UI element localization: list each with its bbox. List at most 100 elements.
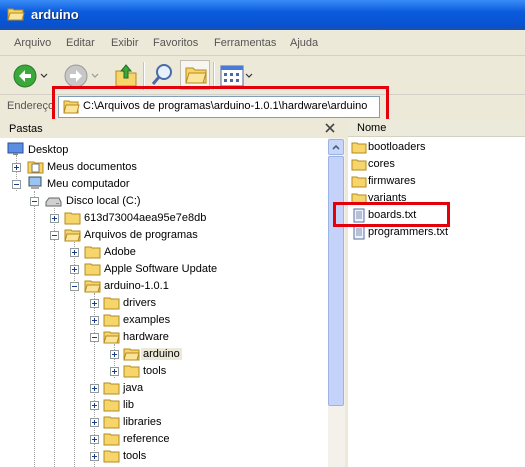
tree-node-libraries[interactable]: libraries bbox=[0, 414, 320, 431]
drive-icon bbox=[45, 197, 62, 207]
tree-node-label: Desktop bbox=[28, 144, 69, 156]
collapse-icon[interactable] bbox=[90, 333, 99, 342]
list-item-bootloaders[interactable]: bootloaders bbox=[348, 139, 525, 156]
tree-node-arquivos-de-programas[interactable]: Arquivos de programas bbox=[0, 227, 320, 244]
expand-icon[interactable] bbox=[90, 435, 99, 444]
tree-node-lib[interactable]: lib bbox=[0, 397, 320, 414]
tree-node-label: libraries bbox=[123, 416, 162, 428]
list-item-label: programmers.txt bbox=[368, 226, 449, 238]
views-button[interactable] bbox=[220, 64, 254, 88]
tree-node-meus-documentos[interactable]: Meus documentos bbox=[0, 159, 320, 176]
collapse-icon[interactable] bbox=[50, 231, 59, 240]
menu-editar[interactable]: Editar bbox=[66, 37, 95, 49]
tree-node-adobe[interactable]: Adobe bbox=[0, 244, 320, 261]
tree-node-drivers[interactable]: drivers bbox=[0, 295, 320, 312]
expand-icon[interactable] bbox=[110, 367, 119, 376]
expand-icon[interactable] bbox=[90, 384, 99, 393]
collapse-icon[interactable] bbox=[12, 180, 21, 189]
tree-node-hardware[interactable]: hardware bbox=[0, 329, 320, 346]
menu-exibir[interactable]: Exibir bbox=[111, 37, 139, 49]
close-icon[interactable] bbox=[323, 121, 337, 135]
menu-bar: Arquivo Editar Exibir Favoritos Ferramen… bbox=[0, 30, 525, 56]
tree-node-arduino[interactable]: arduino bbox=[0, 346, 320, 363]
forward-button[interactable] bbox=[64, 64, 100, 88]
tree-node-label: Arquivos de programas bbox=[84, 229, 198, 241]
tree-node-613d73004aea95e7e8db[interactable]: 613d73004aea95e7e8db bbox=[0, 210, 320, 227]
menu-ferramentas[interactable]: Ferramentas bbox=[214, 37, 276, 49]
tree-scrollbar[interactable] bbox=[328, 138, 345, 467]
column-header-name[interactable]: Nome bbox=[348, 119, 525, 137]
tree-node-label: Meus documentos bbox=[47, 161, 137, 173]
folder-icon bbox=[103, 399, 120, 412]
folder-open-icon bbox=[7, 8, 25, 21]
expand-icon[interactable] bbox=[110, 350, 119, 359]
tree-node-tools[interactable]: tools bbox=[0, 448, 320, 465]
expand-icon[interactable] bbox=[50, 214, 59, 223]
menu-ajuda[interactable]: Ajuda bbox=[290, 37, 318, 49]
desktop-icon bbox=[7, 142, 24, 155]
tree-node-arduino-1.0.1[interactable]: arduino-1.0.1 bbox=[0, 278, 320, 295]
tree-node-desktop[interactable]: Desktop bbox=[0, 142, 320, 159]
boards-highlight-box bbox=[333, 202, 450, 227]
search-button[interactable] bbox=[150, 62, 176, 88]
expand-icon[interactable] bbox=[90, 316, 99, 325]
menu-arquivo[interactable]: Arquivo bbox=[14, 37, 51, 49]
folder-icon bbox=[103, 416, 120, 429]
expand-icon[interactable] bbox=[90, 299, 99, 308]
tree-node-label: examples bbox=[123, 314, 171, 326]
file-list: Nome bootloaders cores firmwares variant… bbox=[348, 119, 525, 467]
expand-icon[interactable] bbox=[90, 418, 99, 427]
tree-node-label: arduino-1.0.1 bbox=[104, 280, 169, 292]
expand-icon[interactable] bbox=[90, 452, 99, 461]
tree-node-label: drivers bbox=[123, 297, 157, 309]
tree-node-label: 613d73004aea95e7e8db bbox=[84, 212, 207, 224]
expand-icon[interactable] bbox=[90, 401, 99, 410]
folder-icon bbox=[103, 297, 120, 310]
back-button[interactable] bbox=[13, 64, 49, 88]
tree-node-apple-software-update[interactable]: Apple Software Update bbox=[0, 261, 320, 278]
folder-icon bbox=[84, 246, 101, 259]
folder-icon bbox=[351, 176, 367, 188]
tree-node-meu-computador[interactable]: Meu computador bbox=[0, 176, 320, 193]
expand-icon[interactable] bbox=[70, 265, 79, 274]
collapse-icon[interactable] bbox=[70, 282, 79, 291]
folder-open-icon bbox=[103, 331, 120, 344]
tree-node-label: tools bbox=[123, 450, 147, 462]
menu-favoritos[interactable]: Favoritos bbox=[153, 37, 198, 49]
tree-node-examples[interactable]: examples bbox=[0, 312, 320, 329]
my-documents-icon bbox=[27, 161, 44, 174]
list-item-firmwares[interactable]: firmwares bbox=[348, 173, 525, 190]
tree-node-reference[interactable]: reference bbox=[0, 431, 320, 448]
tree-node-label: Adobe bbox=[104, 246, 136, 258]
tree-node-label: hardware bbox=[123, 331, 169, 343]
scroll-thumb[interactable] bbox=[328, 156, 344, 406]
column-header-label: Nome bbox=[357, 122, 387, 134]
list-item-label: bootloaders bbox=[368, 141, 426, 153]
scroll-up-button[interactable] bbox=[328, 139, 344, 155]
expand-icon[interactable] bbox=[12, 163, 21, 172]
tree-node-label: Apple Software Update bbox=[104, 263, 218, 275]
up-folder-button[interactable] bbox=[113, 62, 139, 88]
tree-node-label: Meu computador bbox=[47, 178, 130, 190]
collapse-icon[interactable] bbox=[30, 197, 39, 206]
folder-icon bbox=[351, 142, 367, 154]
expand-icon[interactable] bbox=[70, 248, 79, 257]
folder-open-icon bbox=[64, 229, 81, 242]
folder-icon bbox=[64, 212, 81, 225]
tree-node-disco-local[interactable]: Disco local (C:) bbox=[0, 193, 320, 210]
list-item-label: cores bbox=[368, 158, 395, 170]
tree-node-java[interactable]: java bbox=[0, 380, 320, 397]
folder-open-icon bbox=[84, 280, 101, 293]
folder-tree: Desktop Meus documentos Meu computador D… bbox=[0, 138, 328, 467]
folder-icon bbox=[351, 159, 367, 171]
list-item-cores[interactable]: cores bbox=[348, 156, 525, 173]
address-label: Endereço bbox=[7, 100, 55, 112]
folders-pane-header: Pastas bbox=[0, 119, 345, 138]
tree-node-tools[interactable]: tools bbox=[0, 363, 320, 380]
list-item-label: firmwares bbox=[368, 175, 416, 187]
folder-icon bbox=[123, 365, 140, 378]
folder-icon bbox=[185, 67, 207, 84]
tree-node-label: reference bbox=[123, 433, 170, 445]
folder-icon bbox=[103, 433, 120, 446]
chevron-up-icon bbox=[332, 144, 340, 150]
